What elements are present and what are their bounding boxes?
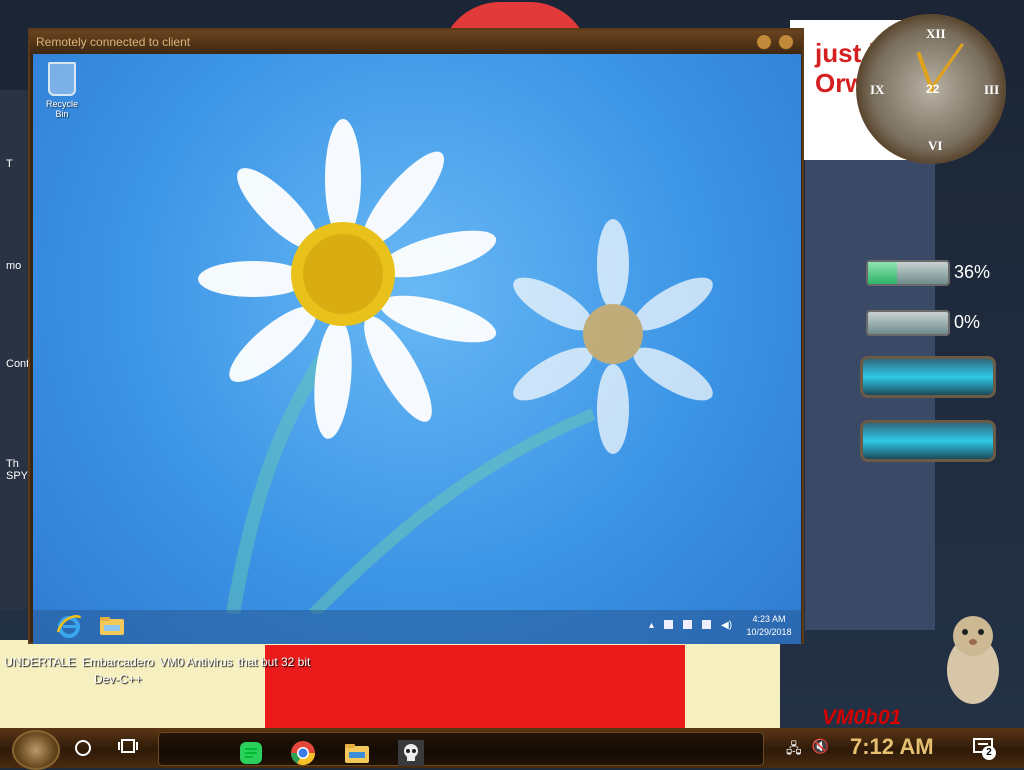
file-explorer-icon[interactable] — [99, 616, 125, 636]
remote-desktop-screen[interactable]: Recycle Bin ▴ ◀) 4:23 AM 10/29/2018 — [33, 54, 801, 644]
action-center-flag-icon[interactable] — [664, 620, 674, 629]
host-desktop-icon-partial[interactable]: T — [6, 158, 30, 170]
battery-icon[interactable] — [683, 620, 693, 629]
hamster-mascot-icon — [947, 616, 999, 704]
recycle-bin-label: Recycle Bin — [45, 99, 78, 119]
internet-explorer-icon[interactable] — [55, 612, 83, 640]
task-view-button[interactable] — [118, 738, 138, 754]
host-desktop-icon-partial[interactable]: Th SPY — [6, 458, 30, 482]
show-hidden-icons-arrow[interactable]: ▴ — [649, 620, 654, 631]
recycle-bin[interactable]: Recycle Bin — [39, 62, 85, 119]
taskbar-app-strip — [158, 732, 764, 766]
remote-desktop-window[interactable]: Remotely connected to client Recycle Bin — [28, 28, 804, 644]
network-icon[interactable]: 🖧 — [786, 738, 802, 762]
remote-window-title: Remotely connected to client — [36, 35, 191, 49]
host-wallpaper-red-block — [265, 645, 685, 733]
volume-muted-icon[interactable]: 🔇 — [812, 738, 829, 762]
chrome-icon[interactable] — [289, 739, 317, 767]
host-left-icon-strip: T mo Cont Th SPY — [0, 90, 30, 610]
spotify-icon[interactable] — [237, 739, 265, 767]
host-watermark: VM0b01 — [822, 706, 902, 729]
network-icon[interactable] — [702, 620, 712, 629]
host-system-tray: 🖧 🔇 — [786, 738, 829, 762]
remote-clock-time: 4:23 AM — [752, 614, 786, 624]
drive-tube-gauge — [860, 420, 996, 462]
daisy-wallpaper-image — [198, 119, 713, 614]
remote-taskbar-clock[interactable]: 4:23 AM 10/29/2018 — [739, 613, 799, 639]
host-desktop-icon-partial[interactable]: Cont — [6, 358, 30, 370]
clock-gadget[interactable]: XII III VI IX 22 — [856, 14, 1006, 164]
remote-system-tray: ▴ ◀) — [649, 620, 732, 631]
remote-window-close-button[interactable] — [778, 34, 794, 50]
clock-day: 22 — [926, 82, 940, 96]
remote-window-minimize-button[interactable] — [756, 34, 772, 50]
host-desktop-icon-partial[interactable]: mo — [6, 260, 30, 272]
host-taskbar: 🖧 🔇 7:12 AM 2 — [0, 728, 1024, 770]
recycle-bin-icon — [48, 62, 76, 96]
drive-tube-gauge — [860, 356, 996, 398]
desktop-icon-undertale[interactable]: UNDERTALE — [2, 654, 78, 671]
ram-gauge — [866, 310, 950, 336]
skull-app-icon[interactable] — [397, 739, 425, 767]
cortana-search-button[interactable] — [75, 740, 91, 756]
remote-clock-date: 10/29/2018 — [746, 627, 792, 637]
desktop-icon-dev-cpp[interactable]: Embarcadero Dev-C++ — [80, 654, 156, 688]
notification-count-badge: 2 — [982, 746, 996, 760]
volume-icon[interactable]: ◀) — [721, 620, 732, 631]
ram-gauge-value: 0% — [954, 312, 981, 332]
start-button[interactable] — [12, 730, 60, 770]
file-explorer-icon[interactable] — [343, 739, 371, 767]
cpu-gauge-value: 36% — [954, 262, 991, 282]
cpu-gauge-fill — [868, 262, 897, 284]
desktop-icon-that-but-32-bit[interactable]: that but 32 bit — [236, 654, 312, 671]
desktop-icon-vm0-antivirus[interactable]: VM0 Antivirus — [158, 654, 234, 671]
cpu-gauge — [866, 260, 950, 286]
host-taskbar-clock[interactable]: 7:12 AM — [850, 734, 934, 760]
remote-taskbar: ▴ ◀) 4:23 AM 10/29/2018 — [33, 610, 801, 644]
remote-window-titlebar[interactable]: Remotely connected to client — [30, 30, 802, 54]
